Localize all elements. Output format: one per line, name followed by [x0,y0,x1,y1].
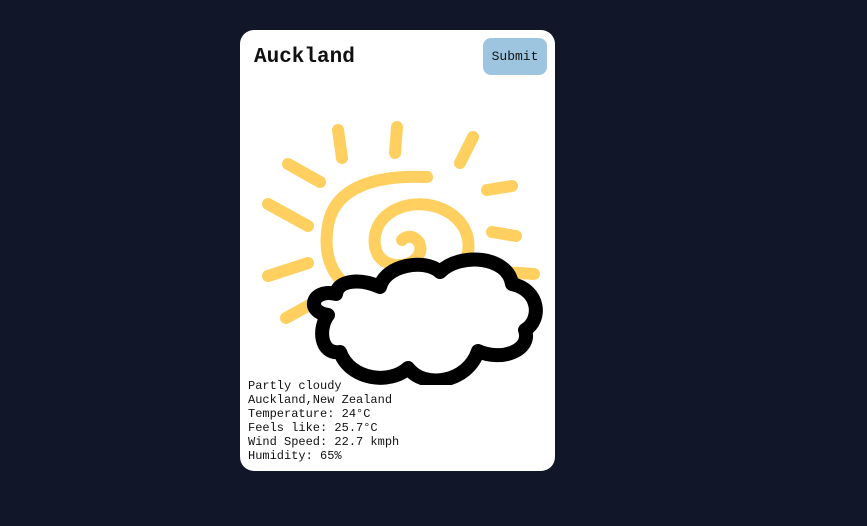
sun-ray [454,131,479,169]
sun-ray [332,124,348,164]
condition-text: Partly cloudy [248,379,342,393]
sun-ray [389,121,403,159]
sun-ray [282,158,326,188]
weather-card: Submit Partly cloudy Auckland,New Zealan… [240,30,555,471]
wind-speed-text: Wind Speed: 22.7 kmph [248,435,400,449]
sun-ray [262,257,314,282]
weather-info: Partly cloudy Auckland,New Zealand Tempe… [248,379,399,463]
partly-cloudy-icon [262,121,543,385]
sun-ray [481,180,518,196]
city-input[interactable] [254,44,464,70]
sun-ray [486,226,522,242]
cloud-icon [307,252,543,385]
humidity-text: Humidity: 65% [248,449,342,463]
feels-like-text: Feels like: 25.7°C [248,421,378,435]
temperature-text: Temperature: 24°C [248,407,371,421]
submit-button[interactable]: Submit [483,38,547,75]
sun-ray [262,198,314,232]
location-text: Auckland,New Zealand [248,393,393,407]
